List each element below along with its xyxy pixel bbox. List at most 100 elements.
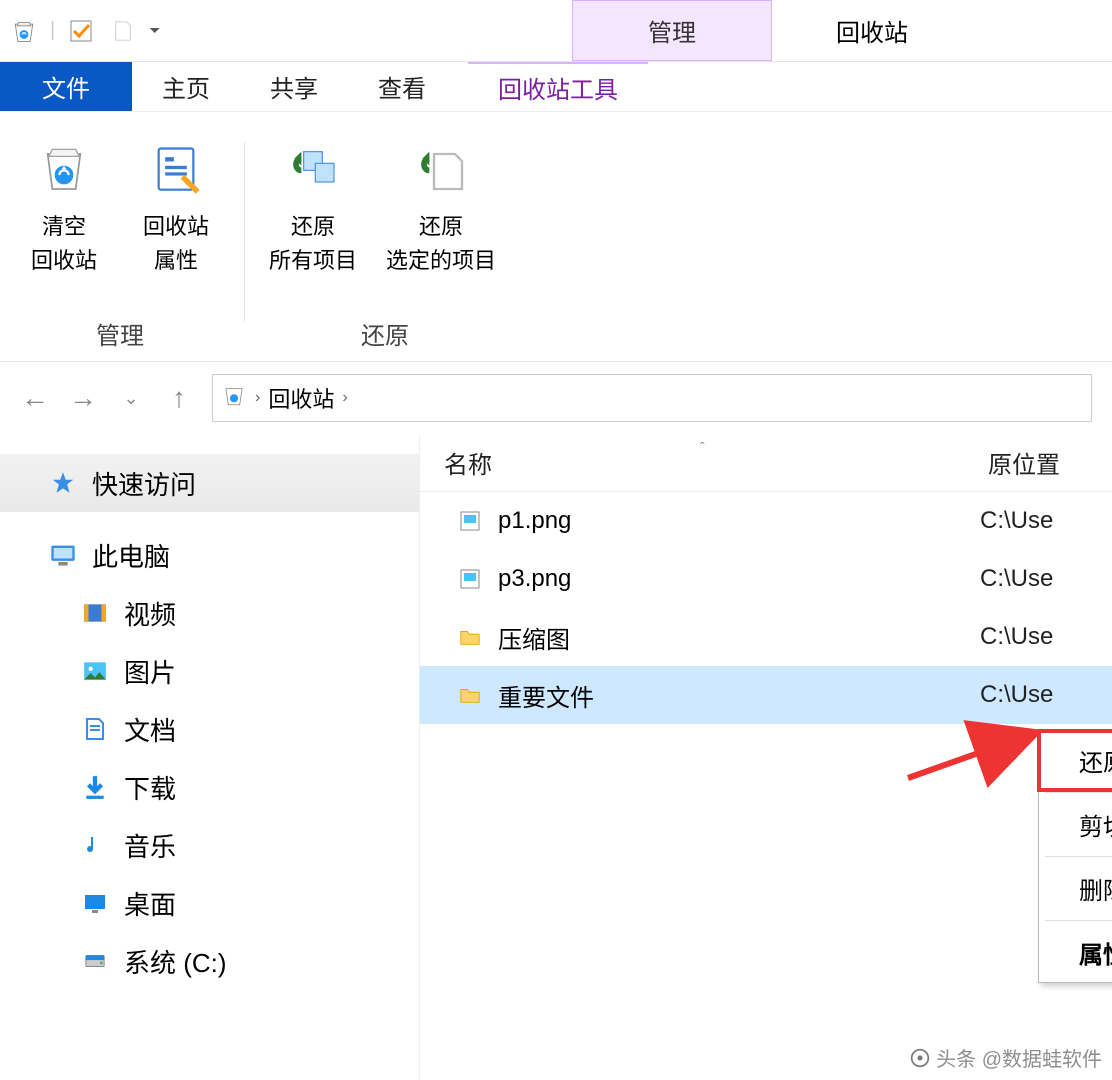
- watermark: 头条 @数据蛙软件: [910, 1043, 1102, 1072]
- drive-icon: [80, 946, 110, 976]
- column-original-location[interactable]: 原位置: [980, 445, 1112, 480]
- pc-icon: [48, 540, 78, 570]
- file-row[interactable]: p1.png C:\Use: [420, 492, 1112, 550]
- label: 清空: [31, 210, 97, 244]
- sidebar-item-desktop[interactable]: 桌面: [0, 874, 419, 932]
- folder-icon: [456, 681, 484, 709]
- sidebar-item-quick-access[interactable]: 快速访问: [0, 454, 419, 512]
- file-row-selected[interactable]: 重要文件 C:\Use: [420, 666, 1112, 724]
- label: 此电脑: [92, 537, 170, 574]
- image-file-icon: [456, 565, 484, 593]
- sort-indicator-icon: ˆ: [700, 439, 705, 455]
- label: 还原: [269, 210, 357, 244]
- label: 桌面: [124, 885, 176, 922]
- music-icon: [80, 830, 110, 860]
- up-button[interactable]: ↑: [164, 382, 194, 414]
- navigation-bar: ← → ⌄ ↑ › 回收站 ›: [0, 362, 1112, 434]
- file-name: p3.png: [498, 565, 571, 593]
- breadcrumb-location[interactable]: 回收站: [268, 382, 334, 414]
- contextual-tab-group-manage: 管理: [572, 0, 772, 61]
- label: 名称: [444, 452, 492, 479]
- recycle-bin-icon: [8, 15, 40, 47]
- tab-view[interactable]: 查看: [348, 62, 456, 111]
- file-location: C:\Use: [980, 681, 1112, 709]
- sidebar-item-system-c[interactable]: 系统 (C:): [0, 932, 419, 990]
- qat-dropdown-icon[interactable]: ⏷: [149, 22, 160, 39]
- file-name: p1.png: [498, 507, 571, 535]
- separator: [244, 142, 245, 321]
- separator: [1045, 920, 1112, 921]
- back-button[interactable]: ←: [20, 382, 50, 414]
- sidebar-item-pictures[interactable]: 图片: [0, 642, 419, 700]
- document-icon[interactable]: [107, 15, 139, 47]
- restore-selected-button[interactable]: 还原选定的项目: [371, 132, 511, 310]
- file-name: 重要文件: [498, 678, 594, 713]
- ctx-properties[interactable]: 属性(R): [1039, 923, 1112, 982]
- tab-home[interactable]: 主页: [132, 62, 240, 111]
- file-row[interactable]: 压缩图 C:\Use: [420, 608, 1112, 666]
- ctx-delete[interactable]: 删除(D): [1039, 859, 1112, 918]
- separator: [1045, 856, 1112, 857]
- file-location: C:\Use: [980, 623, 1112, 651]
- label: 系统 (C:): [124, 943, 227, 980]
- desktop-icon: [80, 888, 110, 918]
- forward-button[interactable]: →: [68, 382, 98, 414]
- label: 音乐: [124, 827, 176, 864]
- ribbon: 清空回收站 回收站属性 管理 还原所有项目 还原: [0, 112, 1112, 362]
- recycle-bin-properties-button[interactable]: 回收站属性: [122, 132, 230, 310]
- annotation-arrow: [900, 720, 1050, 790]
- restore-selected-icon: [409, 136, 473, 200]
- chevron-right-icon[interactable]: ›: [255, 389, 260, 407]
- sidebar-item-documents[interactable]: 文档: [0, 700, 419, 758]
- ctx-restore[interactable]: 还原(E): [1039, 731, 1112, 790]
- ribbon-group-manage: 清空回收站 回收站属性 管理: [0, 132, 240, 361]
- ribbon-group-restore: 还原所有项目 还原选定的项目 还原: [249, 132, 521, 361]
- download-icon: [80, 772, 110, 802]
- sidebar-item-music[interactable]: 音乐: [0, 816, 419, 874]
- label: 文档: [124, 711, 176, 748]
- label: 还原: [386, 210, 496, 244]
- label: 下载: [124, 769, 176, 806]
- group-label-restore: 还原: [361, 310, 409, 361]
- restore-all-icon: [281, 136, 345, 200]
- file-row[interactable]: p3.png C:\Use: [420, 550, 1112, 608]
- ctx-cut[interactable]: 剪切(T): [1039, 795, 1112, 854]
- navigation-sidebar: 快速访问 此电脑 视频 图片 文档 下载 音乐 桌面: [0, 434, 420, 1080]
- sidebar-item-videos[interactable]: 视频: [0, 584, 419, 642]
- folder-icon: [456, 623, 484, 651]
- label: 选定的项目: [386, 244, 496, 278]
- file-list: 名称 ˆ 原位置 p1.png C:\Use p3.png C:\Use 压缩图…: [420, 434, 1112, 1080]
- separator: [1045, 792, 1112, 793]
- file-name: 压缩图: [498, 620, 570, 655]
- main-pane: 快速访问 此电脑 视频 图片 文档 下载 音乐 桌面: [0, 434, 1112, 1080]
- tab-file[interactable]: 文件: [0, 62, 132, 111]
- documents-icon: [80, 714, 110, 744]
- checkbox-icon[interactable]: [65, 15, 97, 47]
- watermark-icon: [910, 1048, 930, 1068]
- column-headers: 名称 ˆ 原位置: [420, 434, 1112, 492]
- column-name[interactable]: 名称 ˆ: [420, 445, 980, 480]
- label: 快速访问: [92, 465, 196, 502]
- context-menu: 还原(E) 剪切(T) 删除(D) 属性(R): [1038, 730, 1112, 983]
- properties-icon: [144, 136, 208, 200]
- label: 图片: [124, 653, 176, 690]
- tab-recycle-bin-tools[interactable]: 回收站工具: [468, 62, 648, 111]
- quick-access-toolbar: | ⏷: [0, 0, 168, 61]
- empty-recycle-bin-button[interactable]: 清空回收站: [10, 132, 118, 310]
- restore-all-button[interactable]: 还原所有项目: [259, 132, 367, 310]
- chevron-right-icon[interactable]: ›: [342, 389, 347, 407]
- image-file-icon: [456, 507, 484, 535]
- recycle-bin-large-icon: [32, 136, 96, 200]
- title-bar: | ⏷ 管理 回收站: [0, 0, 1112, 62]
- label: 回收站: [143, 210, 209, 244]
- sidebar-item-downloads[interactable]: 下载: [0, 758, 419, 816]
- sidebar-item-this-pc[interactable]: 此电脑: [0, 526, 419, 584]
- history-dropdown[interactable]: ⌄: [116, 388, 146, 409]
- file-location: C:\Use: [980, 565, 1112, 593]
- address-bar[interactable]: › 回收站 ›: [212, 374, 1092, 422]
- pictures-icon: [80, 656, 110, 686]
- label: 回收站: [31, 244, 97, 278]
- file-location: C:\Use: [980, 507, 1112, 535]
- ribbon-tabs: 文件 主页 共享 查看 回收站工具: [0, 62, 1112, 112]
- tab-share[interactable]: 共享: [240, 62, 348, 111]
